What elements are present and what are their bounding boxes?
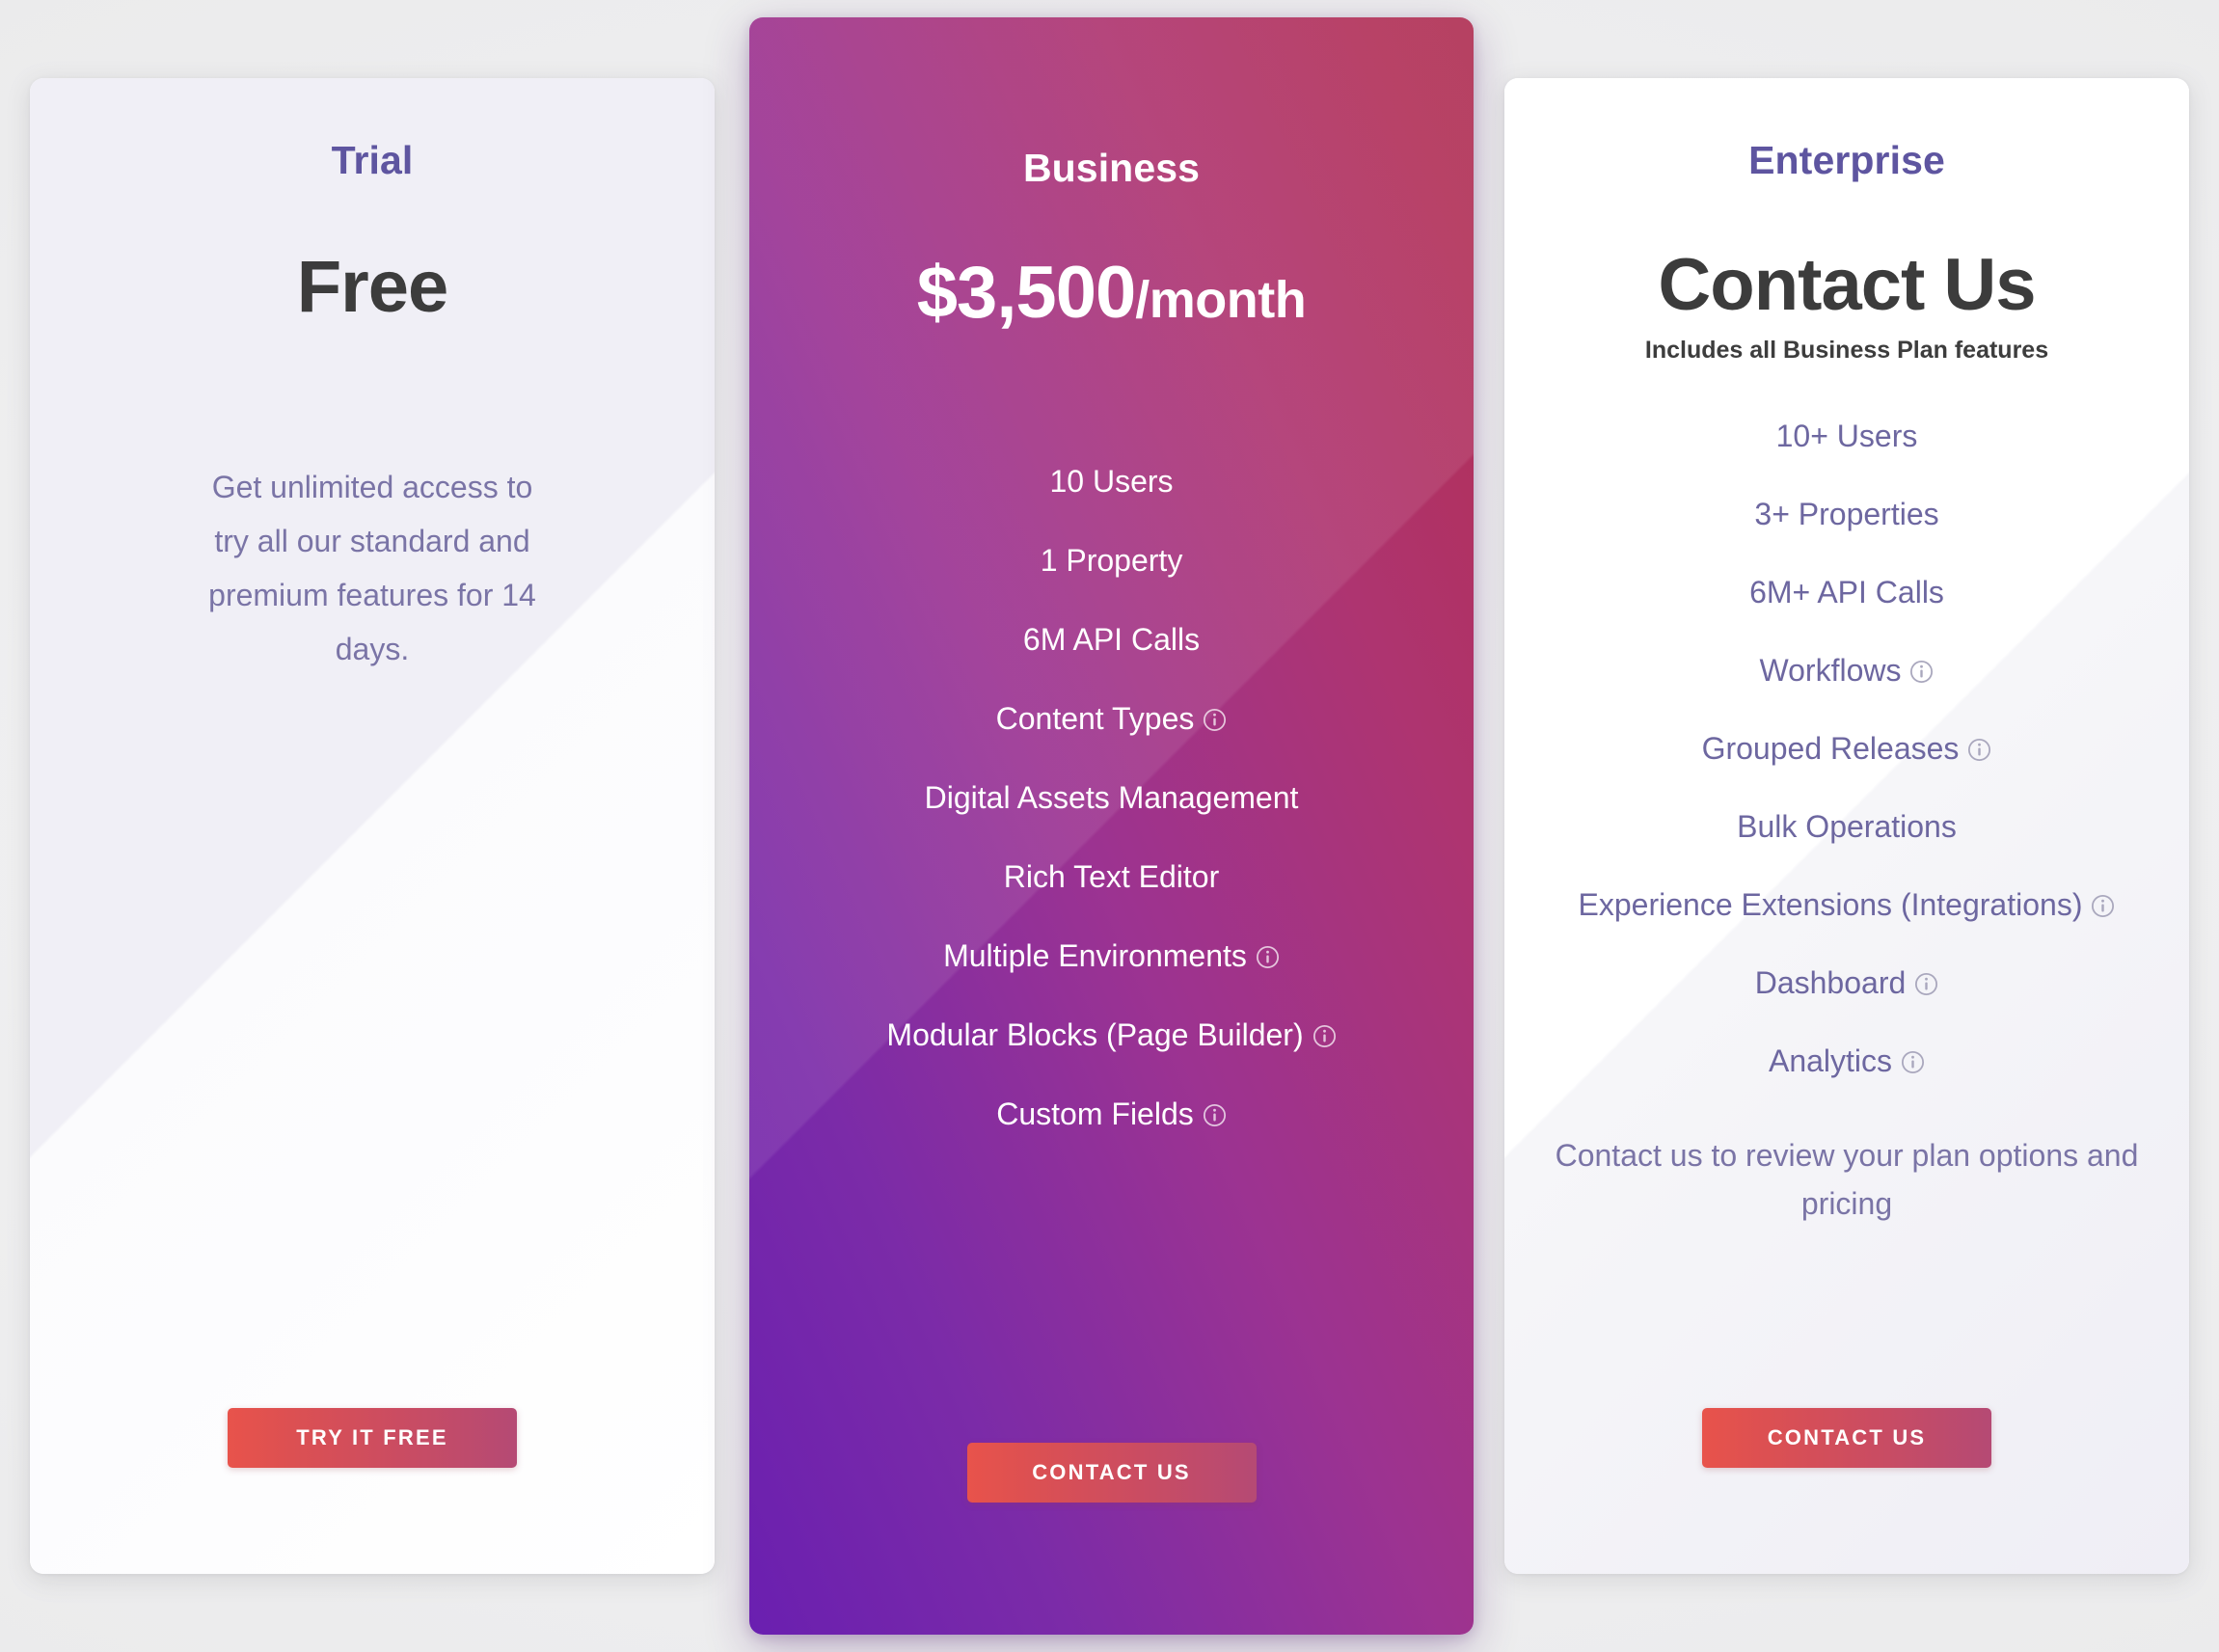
feature-label: Modular Blocks (Page Builder) bbox=[886, 1017, 1304, 1052]
feature-label: Grouped Releases bbox=[1701, 731, 1960, 766]
feature-item: 10 Users bbox=[749, 466, 1474, 497]
pricing-card-enterprise: Enterprise Contact Us Includes all Busin… bbox=[1504, 78, 2189, 1574]
plan-name-enterprise: Enterprise bbox=[1748, 138, 1945, 182]
feature-label: 6M API Calls bbox=[1022, 622, 1201, 657]
feature-list-business: 10 Users 1 Property 6M API Calls Content Ty… bbox=[749, 466, 1474, 1178]
feature-item: Custom Fields bbox=[749, 1098, 1474, 1129]
try-it-free-button[interactable]: TRY IT FREE bbox=[228, 1408, 517, 1468]
feature-label: Bulk Operations bbox=[1737, 809, 1957, 844]
info-icon[interactable] bbox=[1967, 736, 1991, 762]
feature-item: Analytics bbox=[1504, 1045, 2189, 1076]
feature-label: Content Types bbox=[995, 701, 1195, 736]
feature-item: Content Types bbox=[749, 703, 1474, 734]
plan-price-unit: /month bbox=[1135, 271, 1307, 329]
plan-price-trial: Free bbox=[296, 246, 449, 328]
pricing-card-trial: Trial Free Get unlimited access to try a… bbox=[30, 78, 715, 1574]
feature-label: 10+ Users bbox=[1775, 419, 1918, 453]
plan-price-note-enterprise: Includes all Business Plan features bbox=[1644, 337, 2049, 364]
plan-name-trial: Trial bbox=[331, 138, 414, 182]
feature-label: Analytics bbox=[1768, 1043, 1893, 1078]
plan-description-trial: Get unlimited access to try all our stan… bbox=[208, 470, 536, 666]
feature-list-enterprise: 10+ Users 3+ Properties 6M+ API Calls Workf… bbox=[1504, 420, 2189, 1124]
feature-label: Workflows bbox=[1759, 653, 1902, 688]
feature-label: Dashboard bbox=[1754, 965, 1907, 1000]
feature-label: 1 Property bbox=[1040, 543, 1183, 578]
feature-item: Grouped Releases bbox=[1504, 733, 2189, 764]
plan-footer-note-enterprise: Contact us to review your plan options a… bbox=[1555, 1138, 2139, 1221]
feature-label: 3+ Properties bbox=[1754, 497, 1939, 531]
plan-price-business: $3,500/month bbox=[916, 251, 1307, 335]
feature-item: Dashboard bbox=[1504, 967, 2189, 998]
feature-label: Experience Extensions (Integrations) bbox=[1578, 887, 2083, 922]
feature-label: Custom Fields bbox=[996, 1097, 1194, 1131]
feature-label: 6M+ API Calls bbox=[1749, 575, 1944, 609]
contact-us-button-enterprise[interactable]: CONTACT US bbox=[1702, 1408, 1991, 1468]
info-icon[interactable] bbox=[2091, 892, 2115, 918]
plan-price-enterprise: Contact Us bbox=[1658, 244, 2036, 326]
feature-item: 6M+ API Calls bbox=[1504, 577, 2189, 608]
feature-item: Experience Extensions (Integrations) bbox=[1504, 889, 2189, 920]
plan-price-amount: $3,500 bbox=[916, 252, 1136, 334]
feature-item: Rich Text Editor bbox=[749, 861, 1474, 892]
feature-label: Digital Assets Management bbox=[924, 780, 1299, 815]
info-icon[interactable] bbox=[1914, 970, 1938, 996]
feature-item: Digital Assets Management bbox=[749, 782, 1474, 813]
feature-label: Rich Text Editor bbox=[1003, 859, 1220, 894]
feature-label: Multiple Environments bbox=[943, 938, 1247, 973]
feature-item: Multiple Environments bbox=[749, 940, 1474, 971]
feature-item: Bulk Operations bbox=[1504, 811, 2189, 842]
info-icon[interactable] bbox=[1256, 943, 1280, 969]
feature-label: 10 Users bbox=[1049, 464, 1174, 499]
info-icon[interactable] bbox=[1901, 1048, 1925, 1074]
info-icon[interactable] bbox=[1312, 1022, 1337, 1048]
feature-item: 3+ Properties bbox=[1504, 499, 2189, 529]
feature-item: 1 Property bbox=[749, 545, 1474, 576]
feature-item: 6M API Calls bbox=[749, 624, 1474, 655]
feature-item: Modular Blocks (Page Builder) bbox=[749, 1019, 1474, 1050]
feature-item: Workflows bbox=[1504, 655, 2189, 686]
info-icon[interactable] bbox=[1203, 706, 1227, 732]
info-icon[interactable] bbox=[1909, 658, 1934, 684]
pricing-card-business: Business $3,500/month 10 Users 1 Property… bbox=[749, 17, 1474, 1635]
info-icon[interactable] bbox=[1203, 1101, 1227, 1127]
plan-name-business: Business bbox=[1022, 146, 1201, 190]
pricing-page: Trial Free Get unlimited access to try a… bbox=[0, 0, 2219, 1652]
feature-item: 10+ Users bbox=[1504, 420, 2189, 451]
contact-us-button-business[interactable]: CONTACT US bbox=[966, 1443, 1257, 1503]
